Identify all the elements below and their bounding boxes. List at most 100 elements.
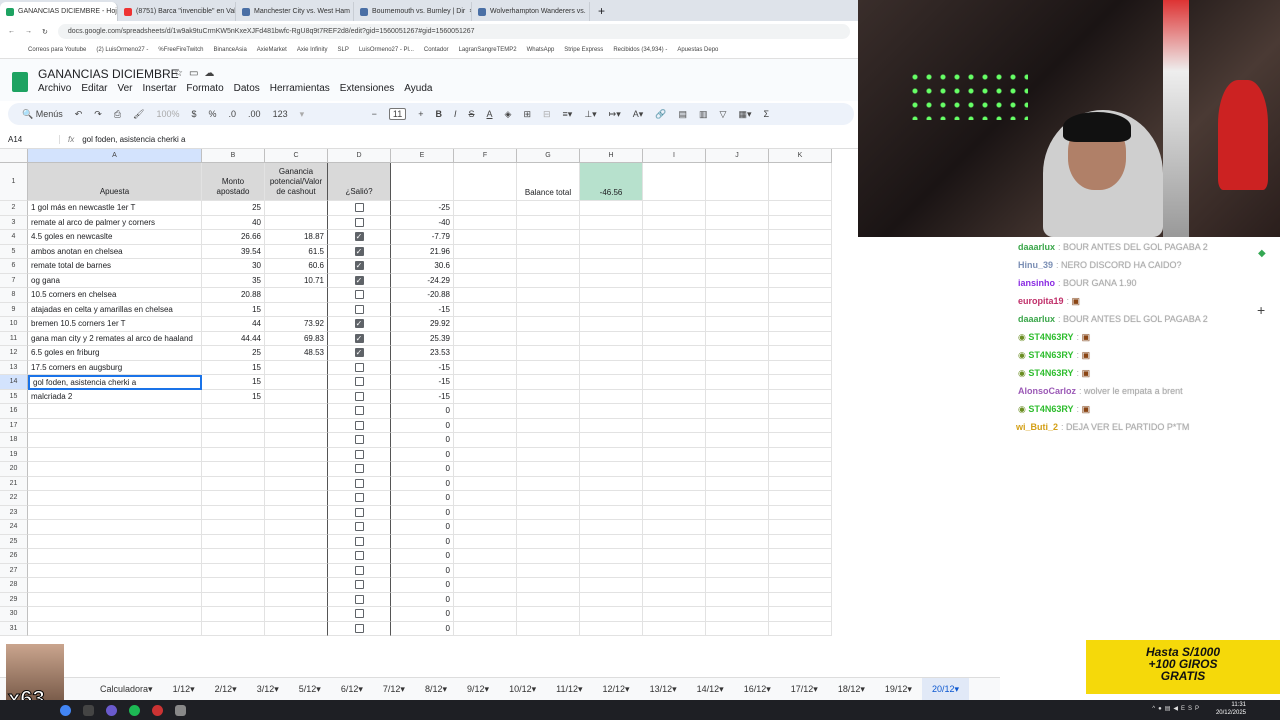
empty-cell[interactable] <box>643 201 706 216</box>
empty-cell[interactable] <box>580 404 643 419</box>
amount-cell[interactable] <box>202 505 265 520</box>
empty-cell[interactable] <box>769 462 832 477</box>
amount-cell[interactable]: 40 <box>202 215 265 230</box>
empty-cell[interactable] <box>580 549 643 564</box>
font-size-decrease-button[interactable]: − <box>372 109 377 119</box>
increase-decimal-button[interactable]: .00 <box>248 109 261 119</box>
potential-cell[interactable] <box>265 520 328 535</box>
result-checkbox[interactable]: ✓ <box>354 246 364 256</box>
result-checkbox[interactable] <box>354 609 364 619</box>
empty-cell[interactable] <box>706 346 769 361</box>
result-checkbox[interactable] <box>354 507 364 517</box>
row-header[interactable]: 5 <box>0 244 28 259</box>
empty-cell[interactable] <box>769 534 832 549</box>
empty-cell[interactable] <box>454 476 517 491</box>
empty-cell[interactable] <box>706 549 769 564</box>
empty-cell[interactable] <box>580 273 643 288</box>
empty-cell[interactable] <box>769 607 832 622</box>
amount-cell[interactable] <box>202 404 265 419</box>
menu-item[interactable]: Insertar <box>143 83 177 94</box>
empty-cell[interactable] <box>454 302 517 317</box>
browser-tab[interactable]: (8751) Barca "invencible" en Valencia× <box>118 2 236 21</box>
sheet-tab[interactable]: 10/12 ▾ <box>499 678 546 701</box>
row-header[interactable]: 10 <box>0 317 28 332</box>
bet-name-cell[interactable] <box>28 607 202 622</box>
percent-format-button[interactable]: % <box>209 109 217 119</box>
empty-cell[interactable] <box>769 302 832 317</box>
bet-name-cell[interactable] <box>28 404 202 419</box>
spotify-icon[interactable] <box>129 704 140 716</box>
empty-cell[interactable] <box>454 563 517 578</box>
empty-cell[interactable] <box>454 447 517 462</box>
bet-name-cell[interactable] <box>28 578 202 593</box>
empty-cell[interactable] <box>643 230 706 245</box>
sheet-tab[interactable]: 6/12 ▾ <box>331 678 373 701</box>
potential-cell[interactable] <box>265 302 328 317</box>
empty-cell[interactable] <box>643 578 706 593</box>
bet-name-cell[interactable]: bremen 10.5 corners 1er T <box>28 317 202 332</box>
browser-tab[interactable]: Manchester City vs. West Ham× <box>236 2 354 21</box>
bookmark-item[interactable]: Recibidos (34,934) - <box>613 47 667 53</box>
empty-cell[interactable] <box>454 607 517 622</box>
sheet-tab-menu-icon[interactable]: ▾ <box>625 684 630 695</box>
profit-cell[interactable]: 0 <box>391 404 454 419</box>
empty-cell[interactable] <box>517 201 580 216</box>
empty-cell[interactable] <box>517 491 580 506</box>
empty-cell[interactable] <box>454 578 517 593</box>
empty-cell[interactable] <box>769 331 832 346</box>
empty-cell[interactable] <box>517 302 580 317</box>
bet-name-cell[interactable] <box>28 563 202 578</box>
empty-cell[interactable] <box>706 288 769 303</box>
sheet-tab-menu-icon[interactable]: ▾ <box>274 684 279 695</box>
chrome-icon[interactable] <box>60 704 71 716</box>
menu-item[interactable]: Ayuda <box>404 83 432 94</box>
empty-cell[interactable] <box>580 259 643 274</box>
profit-cell[interactable]: 0 <box>391 621 454 636</box>
bookmark-item[interactable]: Axie Infinity <box>297 47 328 53</box>
bookmark-item[interactable]: Correos para Youtube <box>28 47 86 53</box>
sheet-tab-menu-icon[interactable]: ▾ <box>860 684 865 695</box>
result-checkbox[interactable]: ✓ <box>354 232 364 242</box>
empty-cell[interactable] <box>580 433 643 448</box>
sheet-tab[interactable]: 2/12 ▾ <box>205 678 247 701</box>
forward-icon[interactable]: → <box>25 28 32 35</box>
empty-cell[interactable] <box>769 447 832 462</box>
empty-cell[interactable] <box>454 404 517 419</box>
empty-cell[interactable] <box>706 433 769 448</box>
potential-cell[interactable]: 48.53 <box>265 346 328 361</box>
insert-link-icon[interactable]: 🔗 <box>655 109 666 120</box>
sheet-tab-menu-icon[interactable]: ▾ <box>672 684 677 695</box>
empty-cell[interactable] <box>643 259 706 274</box>
empty-cell[interactable] <box>580 592 643 607</box>
result-checkbox[interactable] <box>354 420 364 430</box>
empty-cell[interactable] <box>706 163 769 201</box>
potential-cell[interactable] <box>265 360 328 375</box>
empty-cell[interactable] <box>454 163 517 201</box>
bet-name-cell[interactable]: 6.5 goles en friburg <box>28 346 202 361</box>
amount-cell[interactable]: 25 <box>202 346 265 361</box>
empty-cell[interactable] <box>769 520 832 535</box>
empty-cell[interactable] <box>769 360 832 375</box>
result-checkbox[interactable]: ✓ <box>354 261 364 271</box>
empty-cell[interactable] <box>643 215 706 230</box>
potential-cell[interactable]: 73.92 <box>265 317 328 332</box>
star-icon[interactable]: ☆ <box>174 68 189 79</box>
empty-cell[interactable] <box>454 346 517 361</box>
header-salio[interactable]: ¿Salió? <box>328 163 391 201</box>
sheet-tab-menu-icon[interactable]: ▾ <box>190 684 195 695</box>
amount-cell[interactable] <box>202 563 265 578</box>
search-menus-button[interactable]: 🔍 Menús <box>22 109 63 120</box>
obs-icon[interactable] <box>106 704 117 716</box>
column-header-i[interactable]: I <box>643 149 706 163</box>
strikethrough-icon[interactable]: S <box>468 109 474 119</box>
sheet-tab[interactable]: 13/12 ▾ <box>640 678 687 701</box>
bookmark-item[interactable]: Apuestas Depo <box>677 47 718 53</box>
empty-cell[interactable] <box>454 317 517 332</box>
print-icon[interactable]: ⎙ <box>114 109 121 120</box>
column-header-d[interactable]: D <box>328 149 391 163</box>
sheet-tab-menu-icon[interactable]: ▾ <box>954 684 959 695</box>
column-header-b[interactable]: B <box>202 149 265 163</box>
empty-cell[interactable] <box>580 491 643 506</box>
empty-cell[interactable] <box>517 621 580 636</box>
row-header[interactable]: 23 <box>0 505 28 520</box>
